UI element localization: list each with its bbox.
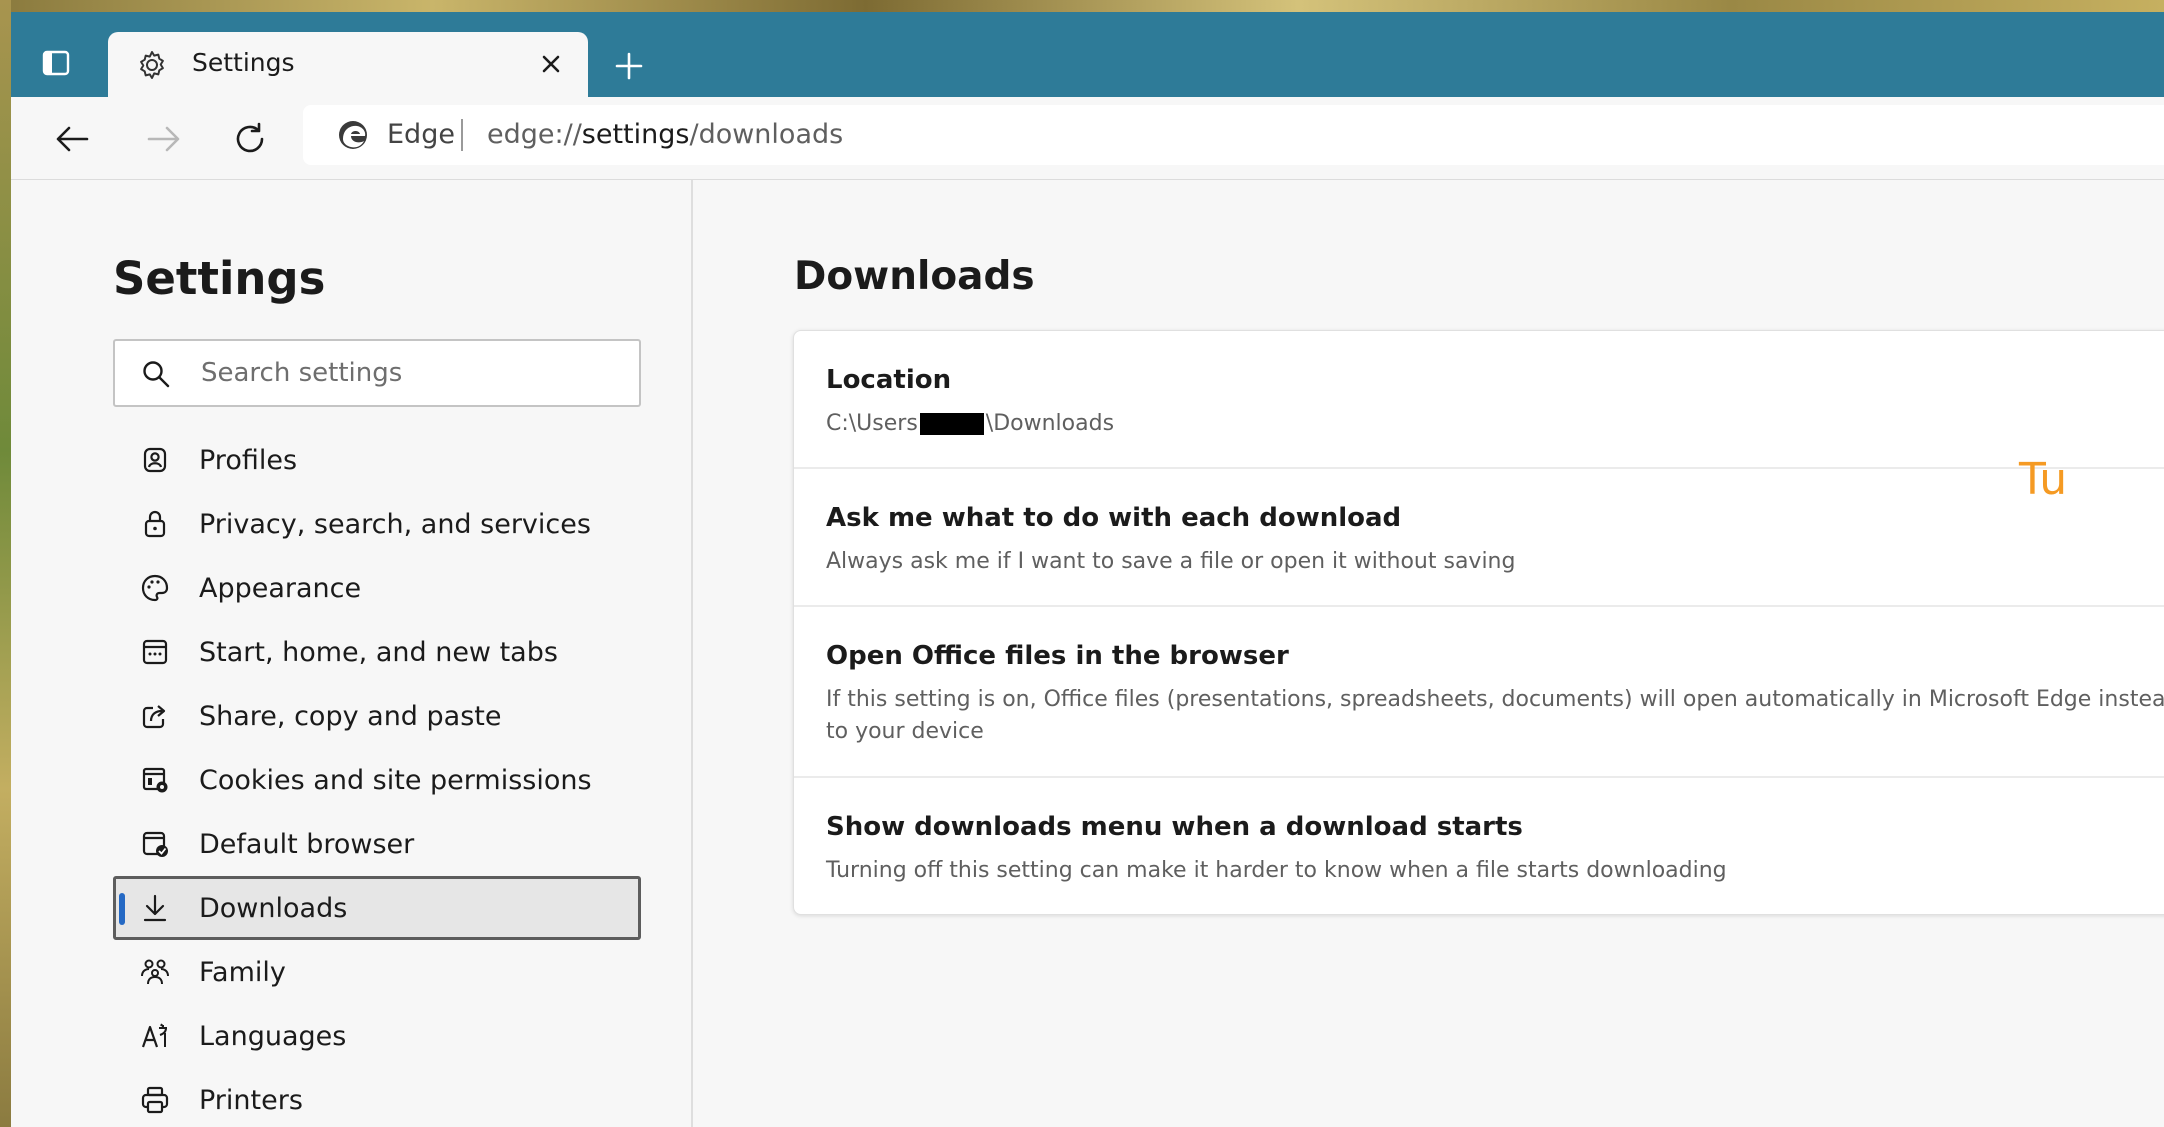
downloads-settings-card: Location C:\Users \Downloads Ask me what …: [793, 330, 2164, 915]
sidebar-item-appearance[interactable]: Appearance: [113, 556, 641, 620]
sidebar-item-label: Share, copy and paste: [199, 700, 502, 732]
sidebar-item-label: Default browser: [199, 828, 415, 860]
sidebar-item-label: Start, home, and new tabs: [199, 636, 558, 668]
setting-description: Always ask me if I want to save a file o…: [826, 549, 1516, 574]
search-input[interactable]: [201, 355, 621, 391]
setting-description: If this setting is on, Office files (pre…: [826, 687, 2164, 712]
sidebar-item-start-home[interactable]: Start, home, and new tabs: [113, 620, 641, 684]
address-separator: [461, 119, 463, 151]
sidebar-item-printers[interactable]: Printers: [113, 1068, 641, 1127]
setting-title: Ask me what to do with each download: [826, 503, 1402, 533]
sidebar-item-privacy[interactable]: Privacy, search, and services: [113, 492, 641, 556]
setting-row-downloads-menu[interactable]: Show downloads menu when a download star…: [794, 778, 2164, 916]
setting-row-office-files[interactable]: Open Office files in the browser If this…: [794, 607, 2164, 778]
page-title: Downloads: [794, 254, 1035, 299]
sidebar-item-label: Privacy, search, and services: [199, 508, 591, 540]
setting-description: Turning off this setting can make it har…: [826, 858, 1727, 883]
sidebar-item-label: Printers: [199, 1084, 303, 1116]
url-text[interactable]: edge://settings/downloads: [487, 119, 843, 150]
start-page-icon: [142, 639, 168, 665]
search-icon: [143, 361, 170, 388]
cookie-settings-icon: [142, 767, 168, 793]
sidebar-item-family[interactable]: Family: [113, 940, 641, 1004]
settings-nav-list: Profiles Privacy, search, and services A…: [113, 428, 641, 1127]
sidebar-item-default-browser[interactable]: Default browser: [113, 812, 641, 876]
tab-actions-icon: [42, 50, 70, 76]
gear-icon: [140, 51, 164, 79]
sidebar-item-label: Family: [199, 956, 286, 988]
new-tab-icon[interactable]: [611, 48, 647, 84]
settings-sidebar: Settings Profiles: [11, 180, 693, 1127]
forward-arrow-icon[interactable]: [143, 121, 183, 157]
tab-strip: Settings: [11, 12, 2164, 97]
printer-icon: [141, 1086, 169, 1114]
profile-icon: [143, 447, 167, 473]
palette-icon: [141, 574, 169, 602]
family-icon: [141, 959, 169, 985]
overlay-hint-text: Tu: [2019, 454, 2068, 505]
desktop-wallpaper-left: [0, 0, 11, 1127]
sidebar-item-label: Cookies and site permissions: [199, 764, 592, 796]
sidebar-item-profiles[interactable]: Profiles: [113, 428, 641, 492]
setting-row-ask-download[interactable]: Ask me what to do with each download Alw…: [794, 469, 2164, 607]
sidebar-item-label: Appearance: [199, 572, 362, 604]
sidebar-title: Settings: [113, 252, 326, 305]
setting-title: Show downloads menu when a download star…: [826, 812, 1523, 842]
edge-logo-icon: [339, 121, 367, 149]
setting-row-location[interactable]: Location C:\Users \Downloads: [794, 331, 2164, 469]
sidebar-item-label: Languages: [199, 1020, 347, 1052]
tab-title: Settings: [192, 48, 295, 77]
download-icon: [143, 894, 167, 922]
settings-main-panel: Downloads Location C:\Users \Downloads As…: [695, 180, 2164, 1127]
sidebar-item-downloads[interactable]: Downloads: [113, 876, 641, 940]
lock-icon: [144, 510, 166, 538]
sidebar-item-share[interactable]: Share, copy and paste: [113, 684, 641, 748]
active-indicator: [119, 893, 125, 925]
sidebar-item-label: Downloads: [199, 892, 348, 924]
search-settings-box[interactable]: [113, 339, 641, 407]
sidebar-item-cookies[interactable]: Cookies and site permissions: [113, 748, 641, 812]
refresh-icon[interactable]: [231, 121, 271, 157]
tab-actions-button[interactable]: [39, 48, 73, 78]
navigation-bar: Edge edge://settings/downloads: [11, 97, 2164, 180]
sidebar-item-label: Profiles: [199, 444, 298, 476]
close-icon[interactable]: [536, 49, 566, 79]
setting-title: Location: [826, 365, 952, 395]
share-icon: [142, 705, 166, 729]
desktop-wallpaper-top: [0, 0, 2164, 12]
setting-title: Open Office files in the browser: [826, 641, 1289, 671]
default-browser-icon: [142, 831, 168, 857]
browser-window: Settings Edge edge://settings/downloads …: [11, 12, 2164, 1127]
languages-icon: [141, 1023, 167, 1048]
sidebar-item-languages[interactable]: Languages: [113, 1004, 641, 1068]
setting-description-continued: to your device: [826, 719, 984, 744]
address-bar[interactable]: Edge edge://settings/downloads: [303, 105, 2164, 165]
redacted-username: [919, 413, 984, 435]
site-identity-label: Edge: [387, 119, 455, 150]
back-arrow-icon[interactable]: [53, 121, 93, 157]
download-location-path: C:\Users \Downloads: [826, 411, 1115, 436]
tab-settings[interactable]: Settings: [108, 32, 588, 97]
